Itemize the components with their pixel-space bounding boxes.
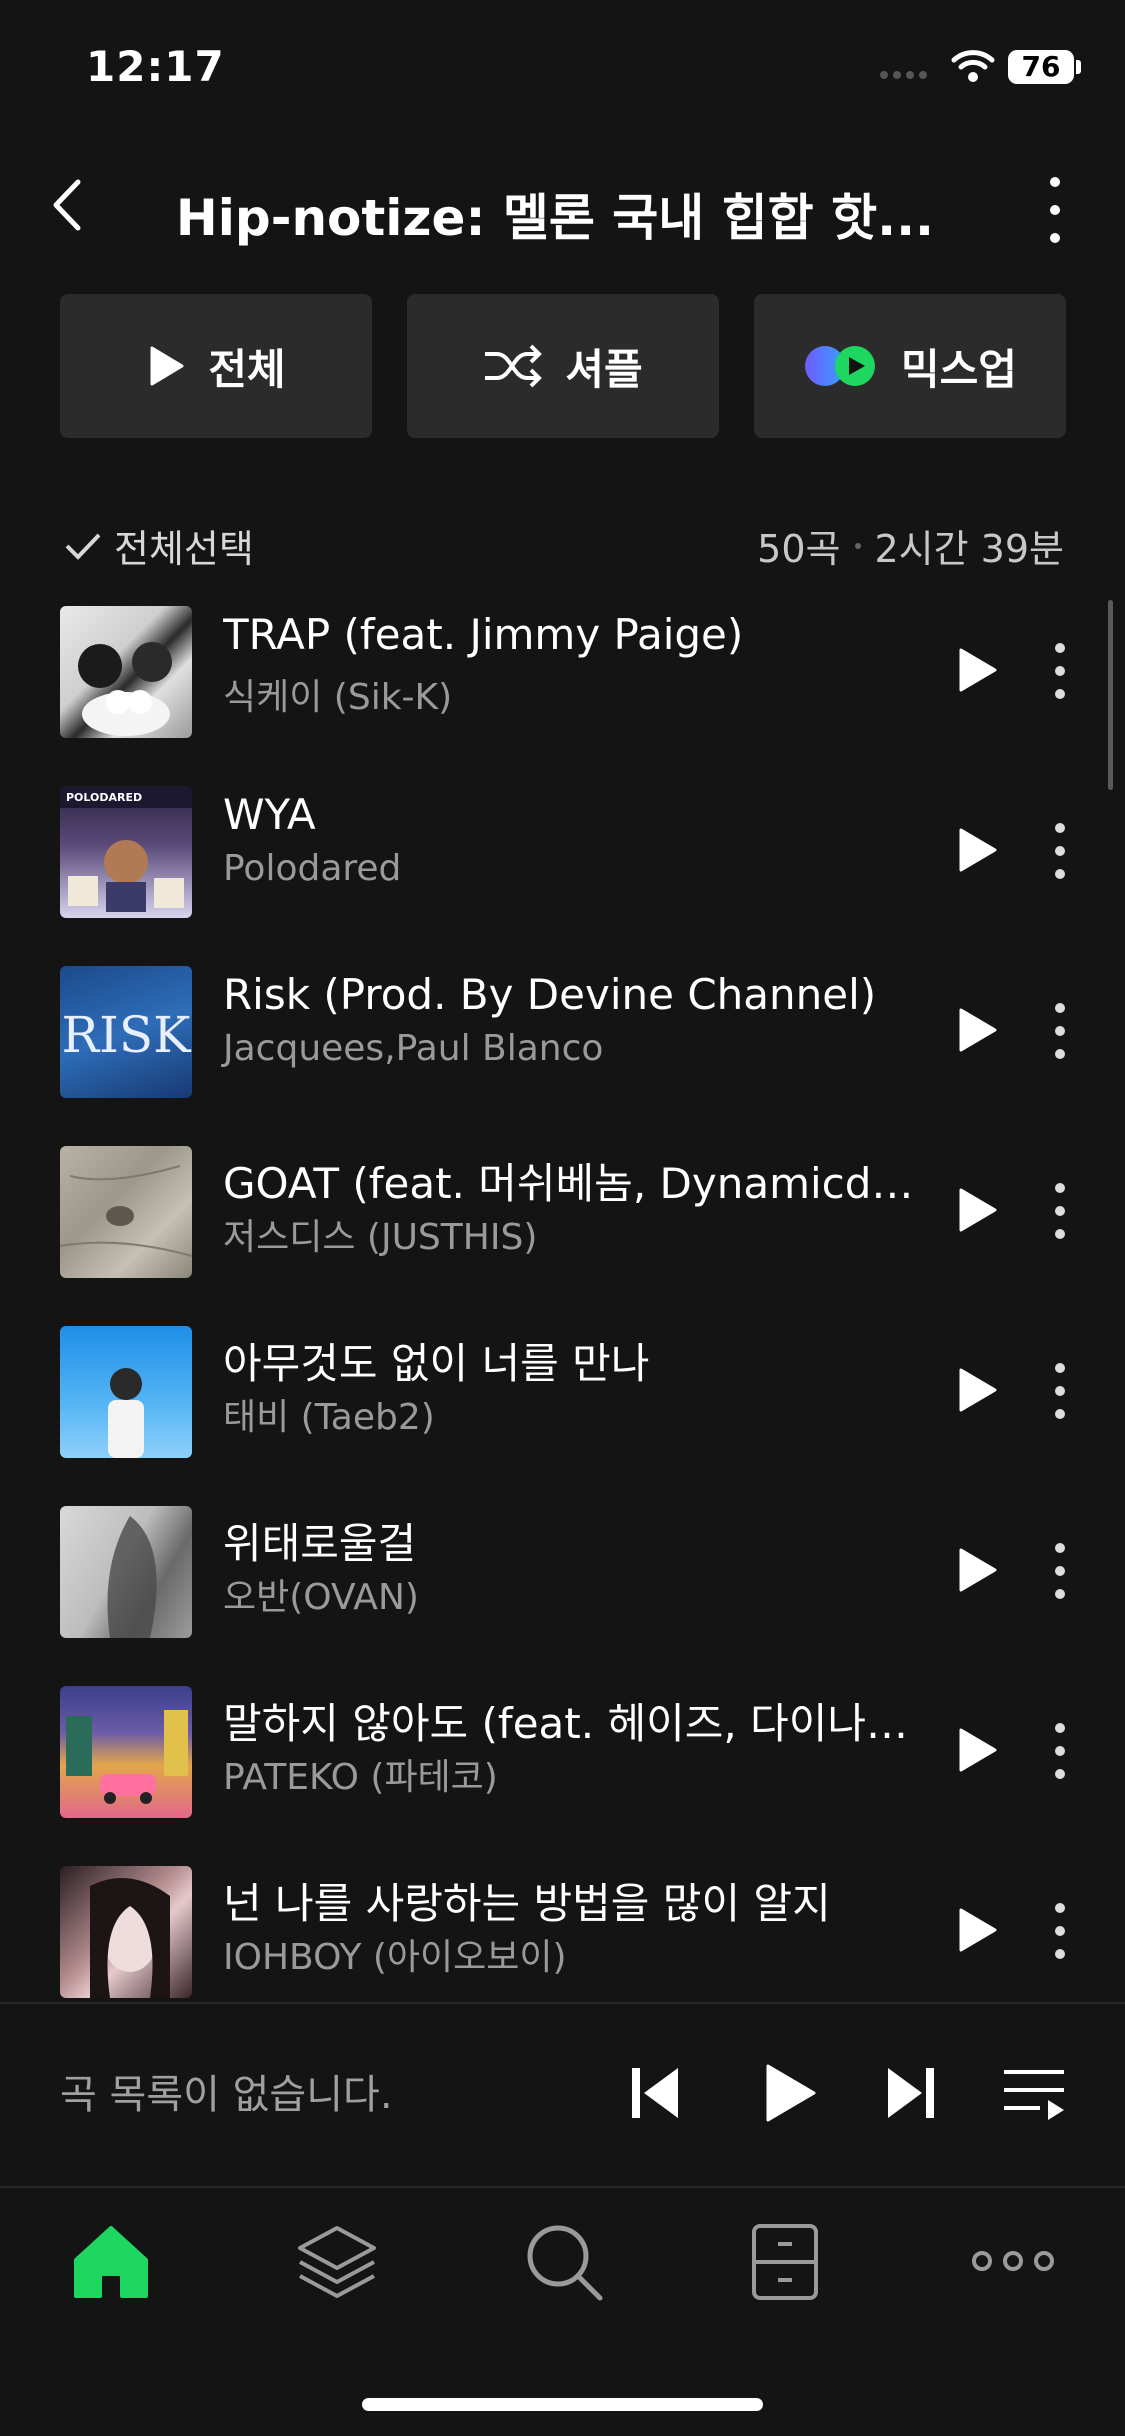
page-title: Hip-notize: 멜론 국내 힙합 핫... <box>175 189 935 247</box>
album-art <box>60 1506 192 1638</box>
track-title: 위태로울걸 <box>223 1519 417 1568</box>
track-artist: IOHBOY (아이오보이) <box>223 1937 567 1978</box>
track-artist: PATEKO (파테코) <box>223 1757 498 1798</box>
album-art: RISK <box>60 966 192 1098</box>
track-row[interactable]: TRAP (feat. Jimmy Paige) 식케이 (Sik-K) <box>0 600 1125 780</box>
track-summary: 50곡 2시간 39분 <box>757 518 1064 573</box>
track-title: 아무것도 없이 너를 만나 <box>223 1339 650 1388</box>
checkmark-icon <box>65 533 101 560</box>
track-row[interactable]: 위태로울걸 오반(OVAN) <box>0 1500 1125 1680</box>
play-track-button[interactable] <box>945 1540 1005 1600</box>
track-more-button[interactable] <box>1045 1358 1075 1424</box>
track-artist: 오반(OVAN) <box>223 1577 419 1618</box>
play-track-button[interactable] <box>945 1000 1005 1060</box>
track-row[interactable]: 아무것도 없이 너를 만나 태비 (Taeb2) <box>0 1320 1125 1500</box>
album-art-text: POLODARED <box>66 791 142 804</box>
album-art <box>60 606 192 738</box>
play-track-button[interactable] <box>945 1180 1005 1240</box>
next-track-button[interactable] <box>882 2062 938 2124</box>
track-artist: Jacquees,Paul Blanco <box>223 1028 604 1069</box>
playlist-queue-button[interactable] <box>1002 2064 1066 2124</box>
track-row[interactable]: GOAT (feat. 머쉬베놈, Dynamicdu… 저스디스 (JUSTH… <box>0 1140 1125 1320</box>
album-art <box>60 1866 192 1998</box>
mixup-icon <box>805 346 876 386</box>
track-title: 넌 나를 사랑하는 방법을 많이 알지 <box>223 1879 831 1928</box>
battery-icon: 76 <box>1008 50 1074 84</box>
previous-track-button[interactable] <box>628 2062 684 2124</box>
track-artist: Polodared <box>223 848 402 889</box>
track-more-button[interactable] <box>1045 1178 1075 1244</box>
select-all-label: 전체선택 <box>114 527 254 571</box>
play-track-button[interactable] <box>945 1360 1005 1420</box>
wifi-icon <box>951 50 995 82</box>
home-indicator[interactable] <box>362 2398 763 2411</box>
album-art-text: RISK <box>61 1006 192 1064</box>
track-more-button[interactable] <box>1045 1898 1075 1964</box>
track-artist: 태비 (Taeb2) <box>223 1397 435 1438</box>
shuffle-button[interactable]: 셔플 <box>407 294 719 438</box>
total-duration: 2시간 39분 <box>874 527 1065 571</box>
shuffle-label: 셔플 <box>565 344 643 394</box>
storage-icon[interactable] <box>740 2216 830 2306</box>
track-title: 말하지 않아도 (feat. 헤이즈, 다이나… <box>223 1699 909 1748</box>
track-title: WYA <box>223 790 316 839</box>
track-row[interactable]: RISK Risk (Prod. By Devine Channel) Jacq… <box>0 960 1125 1140</box>
track-row[interactable]: POLODARED WYA Polodared <box>0 780 1125 960</box>
track-more-button[interactable] <box>1045 1538 1075 1604</box>
track-row[interactable]: 넌 나를 사랑하는 방법을 많이 알지 IOHBOY (아이오보이) <box>0 1860 1125 2040</box>
status-time: 12:17 <box>86 42 225 91</box>
track-artist: 저스디스 (JUSTHIS) <box>223 1217 538 1258</box>
track-more-button[interactable] <box>1045 1718 1075 1784</box>
home-icon[interactable] <box>66 2216 156 2306</box>
empty-queue-text: 곡 목록이 없습니다. <box>60 2072 393 2118</box>
more-options-button[interactable] <box>1030 170 1080 250</box>
play-icon <box>150 346 184 386</box>
track-artist: 식케이 (Sik-K) <box>223 677 453 718</box>
back-button[interactable] <box>40 170 110 240</box>
separator-dot <box>854 542 861 549</box>
divider <box>0 2186 1125 2188</box>
track-more-button[interactable] <box>1045 818 1075 884</box>
more-icon[interactable] <box>968 2216 1058 2306</box>
mixup-button[interactable]: 믹스업 <box>754 294 1066 438</box>
battery-tip <box>1076 60 1081 74</box>
signal-icon <box>880 64 932 83</box>
shuffle-icon <box>485 344 543 388</box>
track-more-button[interactable] <box>1045 638 1075 704</box>
play-all-label: 전체 <box>208 344 286 394</box>
album-art: POLODARED <box>60 786 192 918</box>
select-all-button[interactable]: 전체선택 <box>64 518 254 573</box>
play-track-button[interactable] <box>945 820 1005 880</box>
track-title: GOAT (feat. 머쉬베놈, Dynamicdu… <box>223 1159 923 1208</box>
track-count: 50곡 <box>757 527 841 571</box>
divider <box>0 2002 1125 2004</box>
play-track-button[interactable] <box>945 1720 1005 1780</box>
track-title: TRAP (feat. Jimmy Paige) <box>223 610 744 659</box>
play-button[interactable] <box>760 2060 820 2126</box>
album-art <box>60 1326 192 1458</box>
mixup-label: 믹스업 <box>901 344 1017 394</box>
search-icon[interactable] <box>518 2216 608 2306</box>
track-row[interactable]: 말하지 않아도 (feat. 헤이즈, 다이나… PATEKO (파테코) <box>0 1680 1125 1860</box>
track-more-button[interactable] <box>1045 998 1075 1064</box>
play-all-button[interactable]: 전체 <box>60 294 372 438</box>
album-art <box>60 1146 192 1278</box>
track-title: Risk (Prod. By Devine Channel) <box>223 970 877 1019</box>
layers-icon[interactable] <box>292 2216 382 2306</box>
play-track-button[interactable] <box>945 640 1005 700</box>
play-track-button[interactable] <box>945 1900 1005 1960</box>
album-art <box>60 1686 192 1818</box>
